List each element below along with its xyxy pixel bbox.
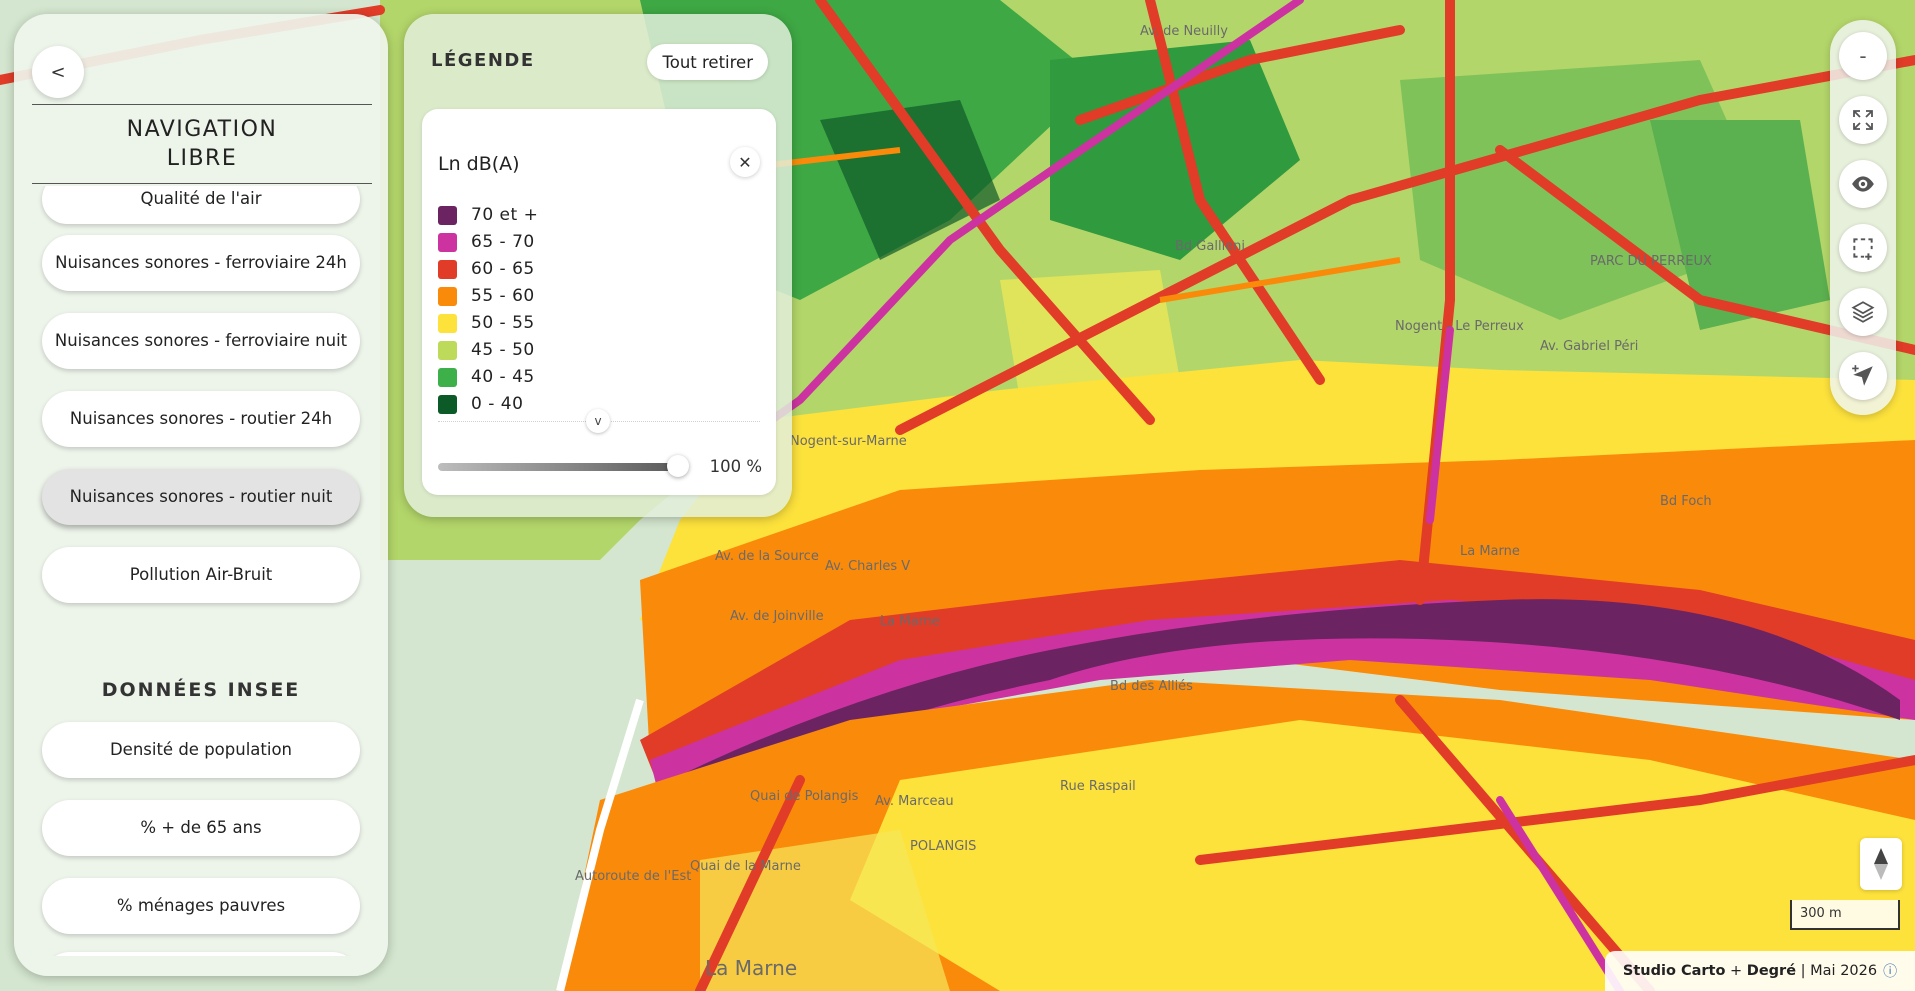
attribution-date: Mai 2026: [1810, 963, 1878, 979]
layer-button-road-noise-night[interactable]: Nuisances sonores - routier nuit: [42, 469, 360, 525]
map-label: Av. Marceau: [875, 794, 954, 809]
layer-button-rail-noise-24h[interactable]: Nuisances sonores - ferroviaire 24h: [42, 235, 360, 291]
opacity-value: 100 %: [709, 457, 762, 476]
legend-swatch: [438, 232, 457, 252]
title-line-1: NAVIGATION: [126, 117, 278, 142]
legend-label: 60 - 65: [471, 259, 535, 279]
legend-item: 0 - 40: [438, 393, 523, 415]
map-label: Bd Gallieni: [1175, 239, 1245, 254]
layer-button-over-65[interactable]: % + de 65 ans: [42, 800, 360, 856]
map-label: La Marne: [1460, 544, 1520, 559]
legend-layer-card: Ln dB(A) ✕ 70 et + 65 - 70 60 - 65 55 - …: [422, 109, 776, 495]
info-icon[interactable]: ⓘ: [1883, 961, 1897, 981]
legend-item: 45 - 50: [438, 339, 535, 361]
legend-panel: LÉGENDE Tout retirer Ln dB(A) ✕ 70 et + …: [404, 14, 792, 517]
title-line-2: LIBRE: [166, 146, 238, 171]
map-label: Av. de Neuilly: [1140, 24, 1228, 39]
back-button[interactable]: <: [32, 46, 84, 98]
layer-button-population-density[interactable]: Densité de population: [42, 722, 360, 778]
map-label: Nogent-sur-Marne: [790, 434, 907, 449]
layer-button-road-noise-24h[interactable]: Nuisances sonores - routier 24h: [42, 391, 360, 447]
legend-item: 50 - 55: [438, 312, 535, 334]
opacity-slider[interactable]: [438, 463, 678, 471]
map-label: POLANGIS: [910, 839, 976, 854]
legend-label: 55 - 60: [471, 286, 535, 306]
layer-button-partial[interactable]: [42, 952, 360, 956]
map-label: Av. Charles V: [825, 559, 910, 574]
eye-icon[interactable]: [1839, 160, 1887, 208]
map-label: Nogent - Le Perreux: [1395, 319, 1524, 334]
map-label: La Marne: [705, 956, 797, 980]
attribution: Studio Carto + Degré | Mai 2026 ⓘ: [1605, 951, 1915, 991]
legend-layer-title: Ln dB(A): [438, 153, 520, 175]
legend-swatch: [438, 367, 457, 387]
map-label: PARC DU PERREUX: [1590, 254, 1712, 269]
layer-button-air-quality[interactable]: Qualité de l'air: [42, 186, 360, 224]
legend-label: 0 - 40: [471, 394, 524, 414]
opacity-slider-handle[interactable]: [667, 455, 689, 477]
layer-list[interactable]: Qualité de l'air Nuisances sonores - fer…: [14, 186, 388, 956]
fullscreen-icon[interactable]: [1839, 96, 1887, 144]
map-label: Autoroute de l'Est: [575, 869, 691, 884]
legend-label: 40 - 45: [471, 367, 535, 387]
legend-item: 55 - 60: [438, 285, 535, 307]
legend-swatch: [438, 205, 457, 225]
legend-label: 50 - 55: [471, 313, 535, 333]
map-label: Av. Gabriel Péri: [1540, 339, 1638, 354]
legend-swatch: [438, 313, 457, 333]
map-label: Bd des Alliés: [1110, 679, 1193, 694]
attribution-plus: +: [1730, 963, 1743, 979]
compass-icon[interactable]: [1860, 838, 1902, 890]
attribution-studio: Studio Carto: [1622, 963, 1726, 979]
attribution-separator: |: [1800, 963, 1806, 979]
map-label: Bd Foch: [1660, 494, 1712, 509]
legend-swatch: [438, 259, 457, 279]
close-icon[interactable]: ✕: [730, 147, 760, 177]
map-label: Av. de Joinville: [730, 609, 824, 624]
layer-button-rail-noise-night[interactable]: Nuisances sonores - ferroviaire nuit: [42, 313, 360, 369]
select-area-icon[interactable]: [1839, 224, 1887, 272]
map-label: Rue Raspail: [1060, 779, 1136, 794]
legend-item: 70 et +: [438, 204, 538, 226]
map-label: Quai de Polangis: [750, 789, 859, 804]
legend-swatch: [438, 394, 457, 414]
attribution-partner: Degré: [1746, 963, 1797, 979]
legend-item: 40 - 45: [438, 366, 535, 388]
legend-label: 70 et +: [471, 205, 539, 225]
zoom-out-button[interactable]: -: [1839, 32, 1887, 80]
legend-label: 45 - 50: [471, 340, 535, 360]
legend-swatch: [438, 340, 457, 360]
map-label: La Marne: [880, 614, 940, 629]
chevron-down-icon[interactable]: v: [586, 409, 610, 433]
legend-label: 65 - 70: [471, 232, 535, 252]
map-toolbar: -: [1830, 20, 1896, 415]
layer-button-poor-households[interactable]: % ménages pauvres: [42, 878, 360, 934]
locate-icon[interactable]: [1839, 352, 1887, 400]
section-title-insee: DONNÉES INSEE: [101, 679, 301, 701]
navigation-panel: < NAVIGATION LIBRE Qualité de l'air Nuisa…: [14, 14, 388, 976]
legend-title: LÉGENDE: [431, 50, 535, 71]
map-label: Av. de la Source: [715, 549, 819, 564]
layer-button-air-noise-pollution[interactable]: Pollution Air-Bruit: [42, 547, 360, 603]
map-label: Quai de la Marne: [690, 859, 801, 874]
legend-item: 60 - 65: [438, 258, 535, 280]
clear-all-button[interactable]: Tout retirer: [647, 44, 768, 80]
layers-icon[interactable]: [1839, 288, 1887, 336]
legend-swatch: [438, 286, 457, 306]
scale-bar: 300 m: [1790, 900, 1900, 930]
legend-item: 65 - 70: [438, 231, 535, 253]
page-title: NAVIGATION LIBRE: [32, 104, 372, 184]
